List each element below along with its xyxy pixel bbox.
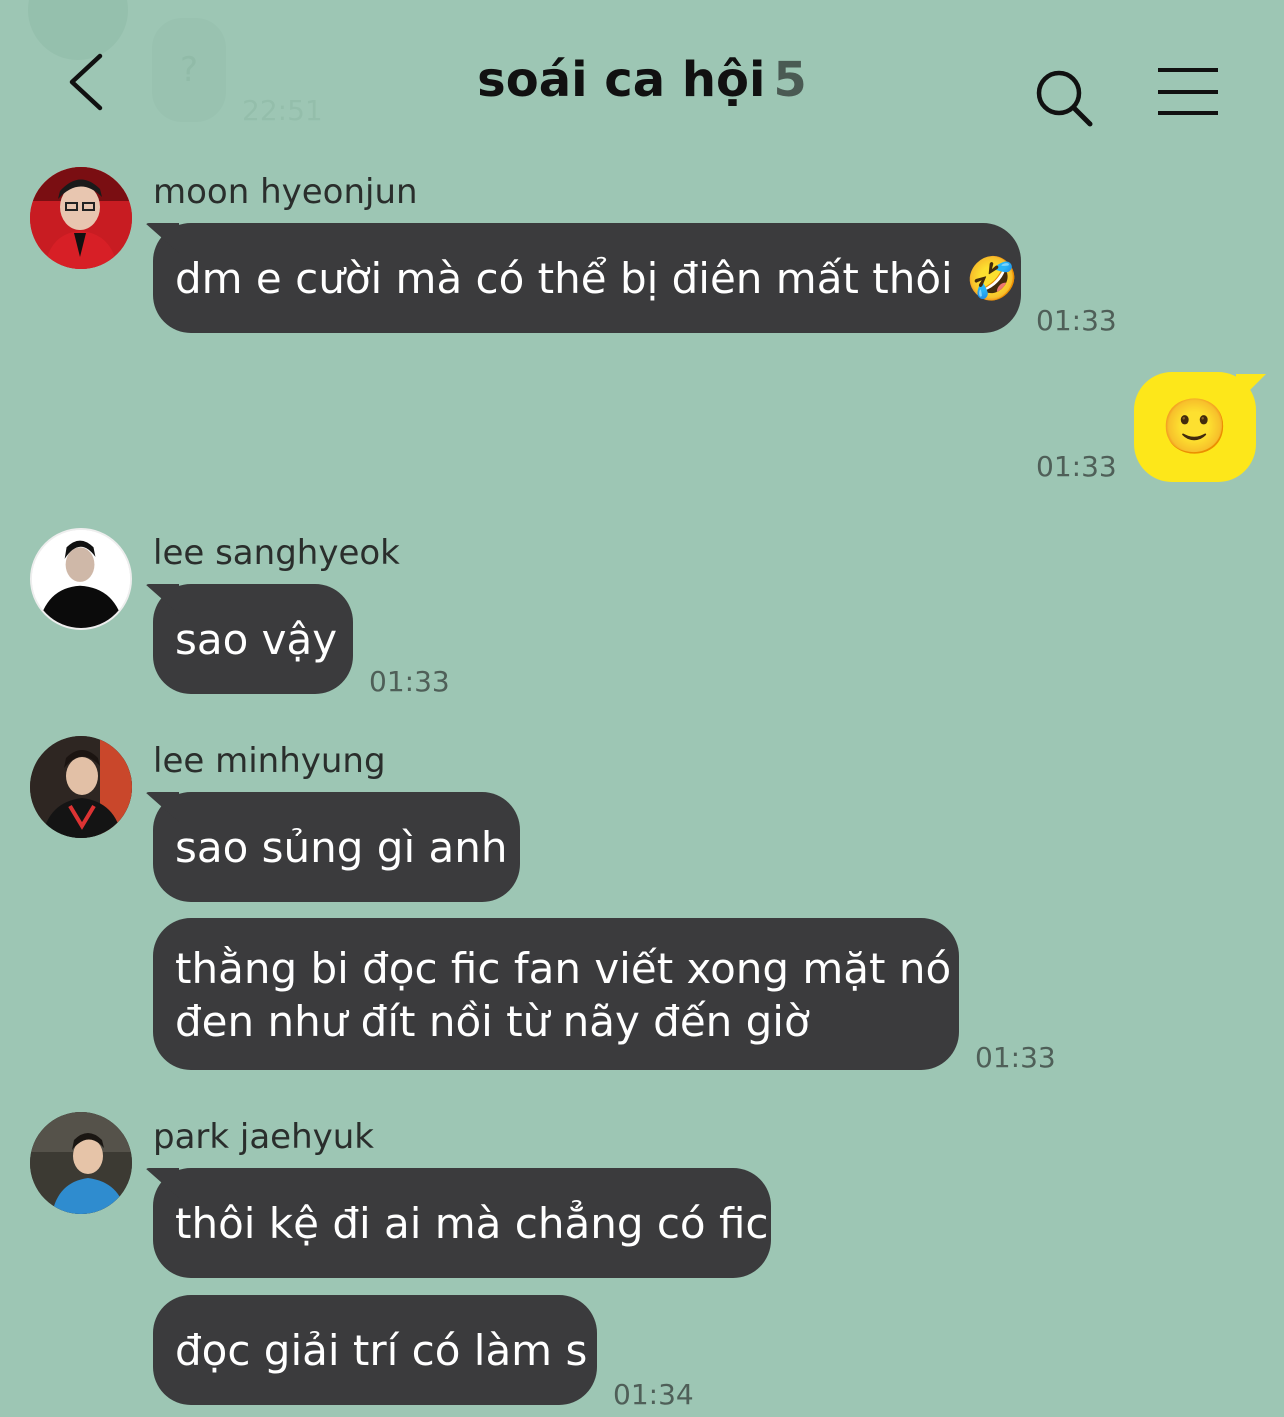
message-bubble[interactable]: thằng bi đọc fic fan viết xong mặt nó đe…: [153, 918, 959, 1070]
message-time: 01:33: [1036, 304, 1117, 337]
message-text: sao vậy: [175, 614, 338, 664]
search-icon: [1036, 70, 1093, 127]
message-bubble[interactable]: đọc giải trí có làm s: [153, 1295, 597, 1405]
message-bubble[interactable]: thôi kệ đi ai mà chẳng có fic: [153, 1168, 771, 1278]
avatar-lee-minhyung[interactable]: [30, 736, 132, 838]
search-button[interactable]: [1030, 64, 1096, 130]
message-text: đọc giải trí có làm s: [175, 1325, 588, 1375]
avatar-moon-hyeonjun[interactable]: [30, 167, 132, 269]
sender-name: park jaehyuk: [153, 1117, 374, 1157]
sender-name: lee minhyung: [153, 741, 386, 781]
message-bubble[interactable]: dm e cười mà có thể bị điên mất thôi 🤣: [153, 223, 1021, 333]
sender-name: lee sanghyeok: [153, 533, 400, 573]
smile-emoji: 🙂: [1161, 395, 1229, 458]
avatar-image: [32, 530, 130, 628]
member-count: 5: [773, 52, 807, 108]
menu-button[interactable]: [1156, 66, 1220, 118]
message-time: 01:33: [1036, 450, 1117, 483]
my-message-bubble[interactable]: 🙂: [1134, 372, 1256, 482]
message-time: 01:33: [975, 1041, 1056, 1074]
avatar-image: [30, 1112, 132, 1214]
message-text-line: đen như đít nồi từ nãy đến giờ: [175, 997, 810, 1046]
sender-name: moon hyeonjun: [153, 172, 418, 212]
message-bubble[interactable]: sao vậy: [153, 584, 353, 694]
message-text: dm e cười mà có thể bị điên mất thôi 🤣: [175, 253, 1019, 303]
menu-icon: [1158, 68, 1218, 115]
message-time: 01:34: [613, 1378, 694, 1411]
message-time: 01:33: [369, 665, 450, 698]
message-text-line: thằng bi đọc fic fan viết xong mặt nó: [175, 944, 952, 993]
avatar-image: [30, 736, 132, 838]
message-bubble[interactable]: sao sủng gì anh: [153, 792, 520, 902]
message-text: sao sủng gì anh: [175, 822, 508, 872]
message-text: thôi kệ đi ai mà chẳng có fic: [175, 1198, 769, 1248]
avatar-lee-sanghyeok[interactable]: [30, 528, 132, 630]
avatar-image: [30, 167, 132, 269]
chat-name: soái ca hội: [477, 52, 766, 108]
avatar-park-jaehyuk[interactable]: [30, 1112, 132, 1214]
chat-header: soái ca hội 5: [0, 0, 1284, 150]
